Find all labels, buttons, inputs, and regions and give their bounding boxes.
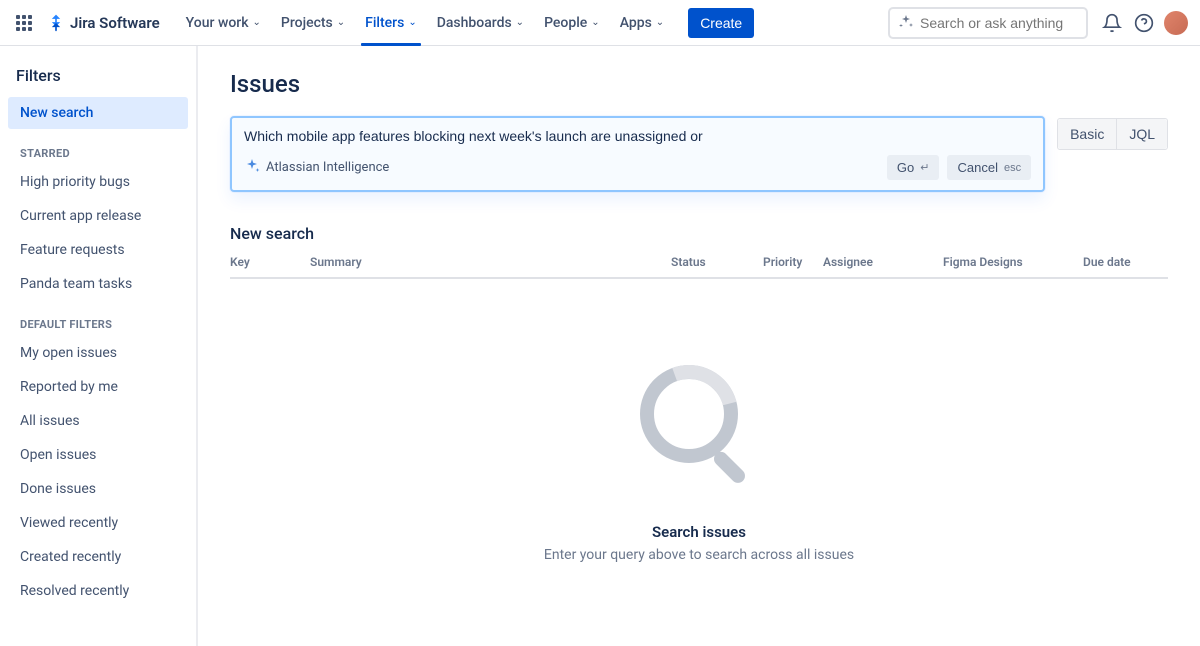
jira-logo-icon [46,13,66,33]
sidebar-title: Filters [8,66,188,97]
sidebar-item-feature-requests[interactable]: Feature requests [8,234,188,266]
nav-filters[interactable]: Filters⌄ [355,0,427,46]
chevron-down-icon: ⌄ [656,17,664,28]
empty-state: Search issues Enter your query above to … [230,279,1168,603]
sidebar-item-all-issues[interactable]: All issues [8,405,188,437]
ai-search-container: Atlassian Intelligence Go ↵ Cancel esc [230,116,1045,192]
logo-text: Jira Software [70,14,160,32]
col-summary[interactable]: Summary [310,255,671,269]
col-key[interactable]: Key [230,255,310,269]
nav-your-work[interactable]: Your work⌄ [176,0,271,46]
ai-badge: Atlassian Intelligence [244,158,389,178]
sidebar-item-done-issues[interactable]: Done issues [8,473,188,505]
sidebar-default-heading: DEFAULT FILTERS [8,302,188,337]
table-header: Key Summary Status Priority Assignee Fig… [230,255,1168,279]
col-assignee[interactable]: Assignee [823,255,943,269]
cancel-button[interactable]: Cancel esc [947,155,1031,180]
go-button[interactable]: Go ↵ [887,155,940,180]
section-title: New search [230,224,1168,243]
chevron-down-icon: ⌄ [591,17,599,28]
sidebar-item-my-open-issues[interactable]: My open issues [8,337,188,369]
nav-items: Your work⌄ Projects⌄ Filters⌄ Dashboards… [176,0,755,46]
chevron-down-icon: ⌄ [253,17,261,28]
sidebar-new-search[interactable]: New search [8,97,188,129]
nav-dashboards[interactable]: Dashboards⌄ [427,0,534,46]
chevron-down-icon: ⌄ [516,17,524,28]
chevron-down-icon: ⌄ [337,17,345,28]
sidebar-item-viewed-recently[interactable]: Viewed recently [8,507,188,539]
basic-toggle[interactable]: Basic [1058,119,1117,149]
col-due[interactable]: Due date [1083,255,1168,269]
col-status[interactable]: Status [671,255,763,269]
sidebar-item-resolved-recently[interactable]: Resolved recently [8,575,188,607]
create-button[interactable]: Create [688,8,754,38]
empty-state-subtitle: Enter your query above to search across … [230,547,1168,563]
sidebar: Filters New search STARRED High priority… [0,46,198,646]
sparkle-icon [898,13,914,33]
magnifier-icon [230,359,1168,503]
nav-apps[interactable]: Apps⌄ [610,0,675,46]
empty-state-title: Search issues [230,523,1168,541]
sidebar-starred-heading: STARRED [8,131,188,166]
main-content: Issues Atlassian Intelligence Go [198,46,1200,646]
notifications-icon[interactable] [1096,7,1128,39]
sidebar-item-created-recently[interactable]: Created recently [8,541,188,573]
help-icon[interactable] [1128,7,1160,39]
nav-people[interactable]: People⌄ [534,0,610,46]
sidebar-item-high-priority-bugs[interactable]: High priority bugs [8,166,188,198]
user-avatar[interactable] [1164,11,1188,35]
sidebar-item-reported-by-me[interactable]: Reported by me [8,371,188,403]
global-search-input[interactable] [920,15,1101,31]
chevron-down-icon: ⌄ [408,17,416,28]
col-priority[interactable]: Priority [763,255,823,269]
jql-toggle[interactable]: JQL [1117,119,1167,149]
page-title: Issues [230,70,1168,98]
nav-projects[interactable]: Projects⌄ [271,0,355,46]
top-navigation: Jira Software Your work⌄ Projects⌄ Filte… [0,0,1200,46]
sparkle-icon [244,158,260,178]
ai-label: Atlassian Intelligence [266,160,389,175]
col-figma[interactable]: Figma Designs [943,255,1083,269]
ai-search-input[interactable] [244,128,1031,144]
enter-key-icon: ↵ [920,161,929,174]
jira-logo[interactable]: Jira Software [46,13,160,33]
sidebar-item-panda-team-tasks[interactable]: Panda team tasks [8,268,188,300]
sidebar-item-open-issues[interactable]: Open issues [8,439,188,471]
global-search[interactable] [888,7,1088,39]
sidebar-item-current-app-release[interactable]: Current app release [8,200,188,232]
esc-key-hint: esc [1004,162,1021,174]
app-switcher-icon[interactable] [12,11,36,35]
